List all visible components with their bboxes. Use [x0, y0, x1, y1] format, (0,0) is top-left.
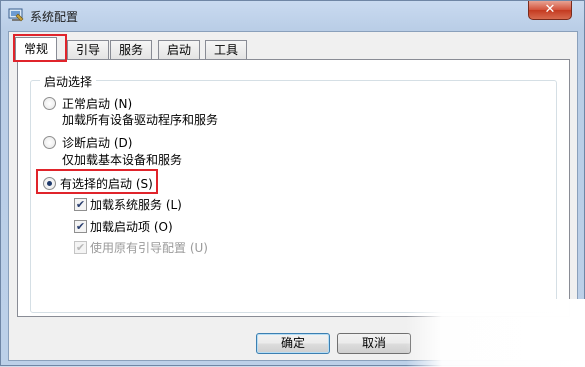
system-config-app-icon [8, 8, 24, 22]
tab-boot[interactable]: 引导 [67, 40, 110, 60]
ok-button[interactable]: 确定 [256, 333, 330, 354]
tab-startup[interactable]: 启动 [158, 40, 201, 60]
selective-startup-highlight [36, 169, 158, 194]
normal-startup-description: 加载所有设备驱动程序和服务 [62, 113, 219, 127]
load-startup-items-checkbox[interactable]: ✔ [74, 220, 87, 233]
load-startup-items-label[interactable]: 加载启动项 (O) [90, 218, 173, 235]
load-system-services-label[interactable]: 加载系统服务 (L) [90, 196, 182, 213]
load-system-services-checkbox[interactable]: ✔ [74, 198, 87, 211]
diagnostic-startup-description: 仅加载基本设备和服务 [62, 153, 183, 167]
use-original-boot-config-checkbox: ✔ [74, 241, 87, 254]
startup-selection-group-label: 启动选择 [40, 73, 97, 90]
watermark-overlay [406, 299, 585, 367]
general-tab-highlight [13, 34, 67, 62]
cancel-button[interactable]: 取消 [337, 333, 411, 354]
close-icon: ✕ [544, 2, 556, 17]
tab-startup-label: 启动 [167, 43, 192, 57]
tab-tools[interactable]: 工具 [205, 40, 248, 60]
normal-startup-label[interactable]: 正常启动 (N) [62, 95, 132, 112]
tab-tools-label: 工具 [214, 43, 239, 57]
diagnostic-startup-radio[interactable] [43, 136, 56, 149]
window-title: 系统配置 [30, 10, 79, 24]
tab-boot-label: 引导 [76, 43, 101, 57]
close-button[interactable]: ✕ [528, 1, 572, 20]
tab-services[interactable]: 服务 [110, 40, 153, 60]
system-config-window: 系统配置 ✕ 常规 引导 服务 启动 工具 启动选择 正常启动 (N) 加载所有… [0, 0, 585, 367]
normal-startup-radio[interactable] [43, 97, 56, 110]
diagnostic-startup-label[interactable]: 诊断启动 (D) [62, 134, 132, 151]
title-bar[interactable]: 系统配置 ✕ [1, 1, 584, 31]
use-original-boot-config-label: 使用原有引导配置 (U) [90, 241, 208, 255]
tab-services-label: 服务 [119, 43, 144, 57]
